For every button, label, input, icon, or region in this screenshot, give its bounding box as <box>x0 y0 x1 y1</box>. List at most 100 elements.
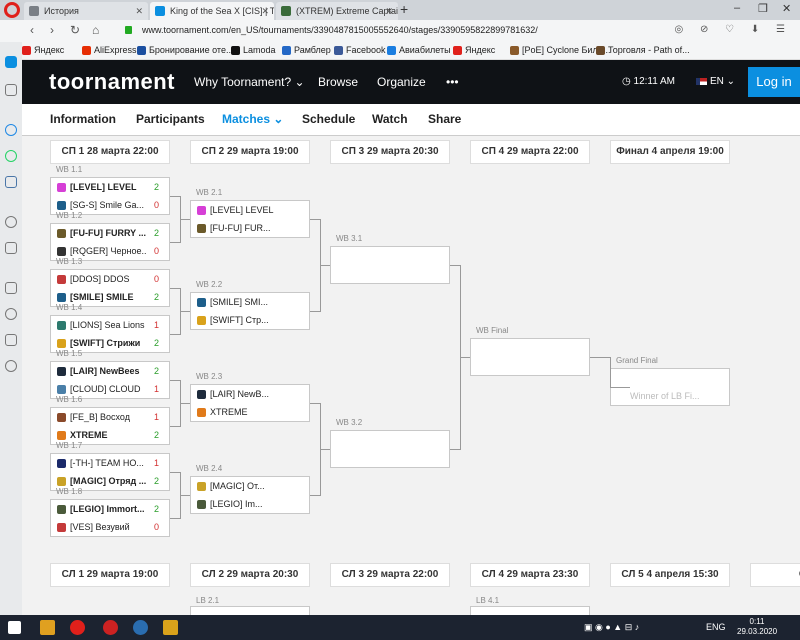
bookmark-item[interactable]: AliExpress <box>82 45 137 55</box>
team-row[interactable]: [LAIR] NewBees 2 <box>51 362 169 380</box>
messenger-icon[interactable] <box>5 124 17 136</box>
search-icon[interactable] <box>5 216 17 228</box>
bookmarks-heart-icon[interactable] <box>5 308 17 320</box>
extensions-icon[interactable] <box>5 282 17 294</box>
match-card[interactable] <box>330 246 450 284</box>
windows-start-icon[interactable] <box>8 621 21 634</box>
toornament-logo[interactable]: toornament <box>49 69 175 95</box>
match-card[interactable]: [LAIR] NewB... XTREME <box>190 384 310 422</box>
team-row[interactable]: [MAGIC] От... <box>191 477 309 495</box>
team-score: 2 <box>153 430 159 440</box>
subnav-share[interactable]: Share <box>428 112 461 126</box>
tab-king-of-the-sea[interactable]: King of the Sea X [CIS] | Tou ✕ <box>150 2 274 20</box>
team-row[interactable]: [FU-FU] FURRY ... 2 <box>51 224 169 242</box>
team-row[interactable]: [LEGIO] Im... <box>191 495 309 513</box>
history-icon[interactable] <box>5 360 17 372</box>
close-tab-icon[interactable]: ✕ <box>135 2 143 20</box>
team-row <box>611 369 729 387</box>
tab-xtrem[interactable]: (XTREM) Extreme Captains ✕ <box>276 2 398 20</box>
steam-taskbar-icon[interactable] <box>133 620 148 635</box>
team-row[interactable]: [LEVEL] LEVEL 2 <box>51 178 169 196</box>
team-row[interactable]: [DDOS] DDOS 0 <box>51 270 169 288</box>
match-card[interactable] <box>330 430 450 468</box>
nav-browse[interactable]: Browse <box>318 75 358 89</box>
team-avatar <box>57 247 66 256</box>
match-card[interactable]: [FU-FU] FURRY ... 2 [RQGER] Черное... 0 <box>50 223 170 261</box>
speed-dial-icon[interactable] <box>5 84 17 96</box>
bookmark-item[interactable]: Lamoda <box>231 45 276 55</box>
close-tab-icon[interactable]: ✕ <box>261 2 269 20</box>
bookmark-item[interactable]: Рамблер <box>282 45 331 55</box>
bookmark-item[interactable]: Авиабилеты <box>387 45 451 55</box>
team-row[interactable]: [SWIFT] Стр... <box>191 311 309 329</box>
match-card[interactable]: [MAGIC] От... [LEGIO] Im... <box>190 476 310 514</box>
subnav-information[interactable]: Information <box>50 112 116 126</box>
system-tray-icons[interactable]: ▣ ◉ ● ▲ ⊟ ♪ <box>584 622 639 633</box>
nav-more[interactable]: ••• <box>446 75 459 89</box>
match-card[interactable] <box>470 338 590 376</box>
close-tab-icon[interactable]: ✕ <box>385 2 393 20</box>
forward-icon[interactable]: › <box>50 23 54 37</box>
maximize-button[interactable]: ❐ <box>758 2 768 15</box>
bracket-connector <box>310 495 320 496</box>
bookmark-item[interactable]: Яндекс <box>22 45 64 55</box>
pubg-taskbar-icon[interactable] <box>163 620 178 635</box>
bookmark-item[interactable]: Facebook <box>334 45 386 55</box>
subnav-matches[interactable]: Matches ⌄ <box>222 112 283 126</box>
taskbar-clock[interactable]: 0:11 29.03.2020 <box>737 617 777 637</box>
match-card[interactable]: [LEGIO] Immort... 2 [VES] Везувий 0 <box>50 499 170 537</box>
match-card[interactable]: [FE_B] Восход 1 XTREME 2 <box>50 407 170 445</box>
file-explorer-icon[interactable] <box>40 620 55 635</box>
input-language[interactable]: ENG <box>706 622 726 632</box>
team-row[interactable]: [SMILE] SMI... <box>191 293 309 311</box>
match-card[interactable]: [LAIR] NewBees 2 [CLOUD] CLOUD 1 <box>50 361 170 399</box>
team-avatar <box>57 321 66 330</box>
bookmark-item[interactable]: Бронирование оте... <box>137 45 233 55</box>
match-card[interactable]: [SMILE] SMI... [SWIFT] Стр... <box>190 292 310 330</box>
subnav-schedule[interactable]: Schedule <box>302 112 355 126</box>
language-selector[interactable]: EN ⌄ <box>696 76 735 87</box>
url-field[interactable]: www.toornament.com/en_US/tournaments/339… <box>142 25 538 35</box>
reload-icon[interactable]: ↻ <box>70 23 80 37</box>
team-row[interactable]: [FE_B] Восход 1 <box>51 408 169 426</box>
round-header: СЛ 2 29 марта 20:30 <box>190 563 310 587</box>
back-icon[interactable]: ‹ <box>30 23 34 37</box>
address-bar-actions[interactable]: ◎ ⊘ ♡ ⬇ ☰ <box>674 24 792 35</box>
team-row[interactable]: [LEGIO] Immort... 2 <box>51 500 169 518</box>
nav-why-toornament[interactable]: Why Toornament? ⌄ <box>194 75 305 89</box>
team-row[interactable]: XTREME <box>191 403 309 421</box>
minimize-button[interactable]: – <box>734 2 740 14</box>
news-icon[interactable] <box>5 334 17 346</box>
nav-organize[interactable]: Organize <box>377 75 426 89</box>
close-window-button[interactable]: ✕ <box>782 2 791 15</box>
home-sidebar-icon[interactable] <box>5 56 17 68</box>
team-row[interactable]: [FU-FU] FUR... <box>191 219 309 237</box>
team-row[interactable]: [LAIR] NewB... <box>191 385 309 403</box>
match-card[interactable]: [LEVEL] LEVEL [FU-FU] FUR... <box>190 200 310 238</box>
subnav-watch[interactable]: Watch <box>372 112 408 126</box>
vk-icon[interactable] <box>5 176 17 188</box>
team-row[interactable]: [LIONS] Sea Lions 1 <box>51 316 169 334</box>
match-card[interactable]: [LIONS] Sea Lions 1 [SWIFT] Стрижи 2 <box>50 315 170 353</box>
match-card[interactable]: [DDOS] DDOS 0 [SMILE] SMILE 2 <box>50 269 170 307</box>
app-taskbar-icon[interactable] <box>103 620 118 635</box>
match-card[interactable] <box>470 606 590 615</box>
team-row[interactable]: [VES] Везувий 0 <box>51 518 169 536</box>
home-icon[interactable]: ⌂ <box>92 23 99 37</box>
opera-taskbar-icon[interactable] <box>70 620 85 635</box>
team-row[interactable]: [LEVEL] LEVEL <box>191 201 309 219</box>
team-row[interactable]: [-TH-] TEAM HO... 1 <box>51 454 169 472</box>
bookmark-item[interactable]: Торговля - Path of... <box>596 45 690 55</box>
subnav-participants[interactable]: Participants <box>136 112 205 126</box>
match-card[interactable]: [LEVEL] LEVEL 2 [SG-S] Smile Ga... 0 <box>50 177 170 215</box>
match-card[interactable]: [-TH-] TEAM HO... 1 [MAGIC] Отряд ... 2 <box>50 453 170 491</box>
opera-menu-icon[interactable] <box>4 2 20 18</box>
whatsapp-icon[interactable] <box>5 150 17 162</box>
tab-history[interactable]: История ✕ <box>24 2 148 20</box>
new-tab-button[interactable]: + <box>400 1 408 17</box>
match-card[interactable] <box>190 606 310 615</box>
login-button[interactable]: Log in <box>748 67 800 97</box>
bookmark-item[interactable]: Яндекс <box>453 45 495 55</box>
send-icon[interactable] <box>5 242 17 254</box>
round-header: СП 3 29 марта 20:30 <box>330 140 450 164</box>
